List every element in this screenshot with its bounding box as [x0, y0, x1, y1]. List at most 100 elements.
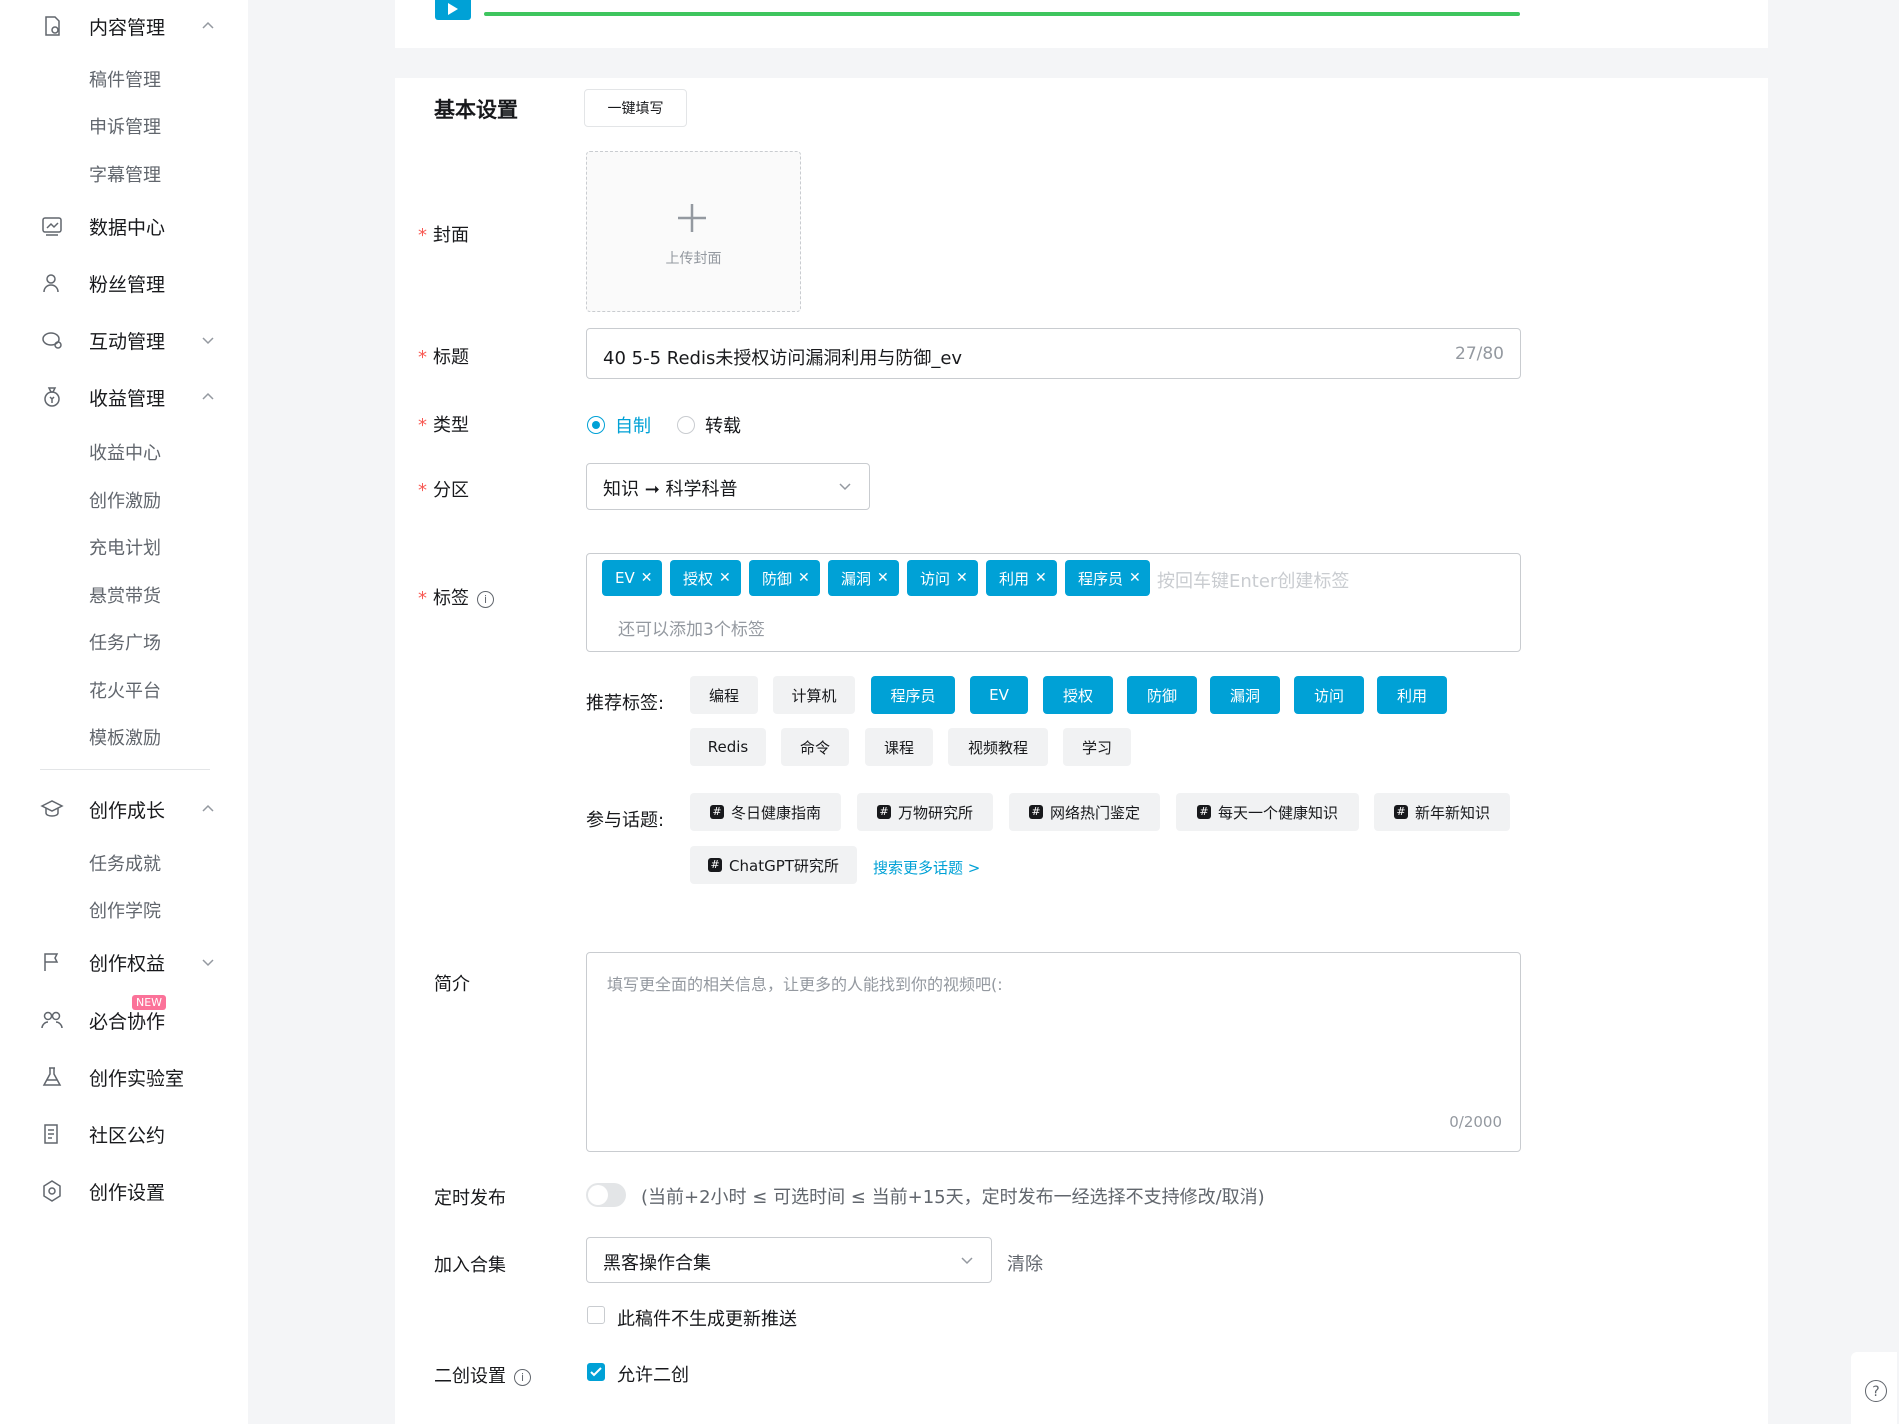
title-input[interactable]: 40 5-5 Redis未授权访问漏洞利用与防御_ev 27/80: [586, 328, 1521, 379]
collection-select[interactable]: 黑客操作合集: [586, 1237, 992, 1283]
nav-sub-subtitles[interactable]: 字幕管理: [89, 161, 161, 187]
recommended-tag[interactable]: 编程: [690, 676, 758, 714]
nav-label: 创作实验室: [89, 1067, 185, 1090]
nav-label: 创作设置: [89, 1181, 166, 1204]
nav-community[interactable]: 社区公约: [0, 1122, 248, 1147]
recommended-tag[interactable]: Redis: [690, 728, 766, 766]
tag-chip[interactable]: 授权 ✕: [670, 560, 741, 596]
chevron-down-icon[interactable]: [200, 954, 216, 970]
help-button[interactable]: ?: [1851, 1352, 1897, 1424]
sidebar-divider: [40, 769, 210, 770]
nav-sub-drafts[interactable]: 稿件管理: [89, 66, 161, 92]
settings-icon: [40, 1179, 64, 1203]
nav-cooperation[interactable]: 必合协作: [0, 1008, 248, 1033]
nav-rights[interactable]: 创作权益: [0, 950, 248, 975]
collection-clear-button[interactable]: 清除: [1007, 1250, 1043, 1276]
description-label: 简介: [434, 974, 470, 995]
cover-upload[interactable]: 上传封面: [586, 151, 801, 312]
info-icon[interactable]: i: [514, 1368, 531, 1386]
partition-select[interactable]: 知识 ➞ 科学科普: [586, 463, 870, 510]
chevron-down-icon[interactable]: [200, 332, 216, 348]
nav-settings[interactable]: 创作设置: [0, 1179, 248, 1204]
nav-data-center[interactable]: 数据中心: [0, 214, 248, 239]
nav-income[interactable]: 收益管理: [0, 385, 248, 410]
chevron-up-icon[interactable]: [200, 389, 216, 405]
recommended-tag[interactable]: 授权: [1043, 676, 1113, 714]
chevron-up-icon[interactable]: [200, 801, 216, 817]
sidebar: 内容管理 稿件管理 申诉管理 字幕管理 数据中心 粉丝管理 互动管理 收益管理 …: [0, 0, 248, 1424]
section-title: 基本设置: [434, 98, 518, 122]
collection-value: 黑客操作合集: [603, 1253, 711, 1274]
tag-chip[interactable]: 利用 ✕: [986, 560, 1057, 596]
topic-chip[interactable]: # 冬日健康指南: [690, 793, 841, 831]
no-push-checkbox[interactable]: [587, 1306, 605, 1324]
topic-chip[interactable]: # 每天一个健康知识: [1176, 793, 1359, 831]
tag-chip[interactable]: EV ✕: [602, 560, 662, 596]
nav-sub-task-square[interactable]: 任务广场: [89, 629, 161, 655]
tag-chip[interactable]: 防御 ✕: [749, 560, 820, 596]
nav-sub-bounty[interactable]: 悬赏带货: [89, 582, 161, 608]
info-icon[interactable]: i: [477, 590, 494, 608]
topics-label: 参与话题:: [586, 810, 665, 831]
recommended-tag[interactable]: 视频教程: [948, 728, 1048, 766]
nav-sub-achievements[interactable]: 任务成就: [89, 850, 161, 876]
nav-label: 内容管理: [89, 16, 166, 39]
recommended-tag[interactable]: 学习: [1063, 728, 1131, 766]
nav-sub-huahuo[interactable]: 花火平台: [89, 677, 161, 703]
play-icon[interactable]: [435, 0, 471, 20]
nav-lab[interactable]: 创作实验室: [0, 1065, 248, 1090]
flask-icon: [40, 1065, 64, 1089]
recommended-tag[interactable]: 防御: [1127, 676, 1197, 714]
recommended-tag[interactable]: 命令: [781, 728, 849, 766]
radio-unselected-icon: [677, 416, 695, 434]
type-radio-original[interactable]: 自制: [587, 412, 651, 438]
close-icon: ✕: [877, 570, 889, 586]
help-icon: ?: [1865, 1380, 1887, 1402]
nav-sub-appeals[interactable]: 申诉管理: [89, 113, 161, 139]
radio-selected-icon: [587, 416, 605, 434]
upload-card: [395, 0, 1768, 48]
tag-chip[interactable]: 漏洞 ✕: [828, 560, 899, 596]
topic-chip[interactable]: # ChatGPT研究所: [690, 846, 857, 884]
topic-chip[interactable]: # 网络热门鉴定: [1009, 793, 1160, 831]
nav-interaction[interactable]: 互动管理: [0, 328, 248, 353]
more-topics-link[interactable]: 搜索更多话题 >: [873, 857, 980, 878]
graduation-cap-icon: [40, 797, 64, 821]
tag-chip[interactable]: 访问 ✕: [907, 560, 978, 596]
nav-sub-template[interactable]: 模板激励: [89, 724, 161, 750]
partition-label: * 分区: [418, 480, 469, 501]
recommended-tag[interactable]: 课程: [865, 728, 933, 766]
recommended-tag[interactable]: 利用: [1377, 676, 1447, 714]
hashtag-icon: #: [876, 805, 891, 819]
recommended-tag[interactable]: 程序员: [871, 676, 955, 714]
schedule-label: 定时发布: [434, 1188, 506, 1209]
topic-chip[interactable]: # 新年新知识: [1374, 793, 1510, 831]
nav-label: 创作权益: [89, 952, 166, 975]
recommended-tag[interactable]: 访问: [1294, 676, 1364, 714]
topic-chip[interactable]: # 万物研究所: [857, 793, 993, 831]
recommended-tag[interactable]: 漏洞: [1210, 676, 1280, 714]
chevron-up-icon[interactable]: [200, 18, 216, 34]
title-label: * 标题: [418, 347, 469, 368]
chevron-down-icon: [839, 483, 851, 491]
schedule-toggle[interactable]: [586, 1183, 626, 1207]
nav-sub-income-center[interactable]: 收益中心: [89, 439, 161, 465]
schedule-hint: (当前+2小时 ≤ 可选时间 ≤ 当前+15天，定时发布一经选择不支持修改/取消…: [641, 1187, 1265, 1208]
nav-sub-academy[interactable]: 创作学院: [89, 897, 161, 923]
nav-sub-incentive[interactable]: 创作激励: [89, 487, 161, 513]
nav-growth[interactable]: 创作成长: [0, 797, 248, 822]
nav-fans[interactable]: 粉丝管理: [0, 271, 248, 296]
money-bag-icon: [40, 385, 64, 409]
type-radio-repost[interactable]: 转载: [677, 412, 741, 438]
nav-content-mgmt[interactable]: 内容管理: [0, 14, 248, 39]
derivative-checkbox[interactable]: [587, 1363, 605, 1381]
one-click-fill-button[interactable]: 一键填写: [584, 89, 687, 127]
recommended-tag[interactable]: EV: [970, 676, 1028, 714]
tag-chip[interactable]: 程序员 ✕: [1065, 560, 1150, 596]
description-textarea[interactable]: 填写更全面的相关信息，让更多的人能找到你的视频吧(: 0/2000: [586, 952, 1521, 1152]
tags-label: * 标签 i: [418, 584, 494, 610]
nav-sub-charge[interactable]: 充电计划: [89, 534, 161, 560]
chart-icon: [40, 214, 64, 238]
recommended-tag[interactable]: 计算机: [773, 676, 855, 714]
recommended-label: 推荐标签:: [586, 693, 665, 714]
